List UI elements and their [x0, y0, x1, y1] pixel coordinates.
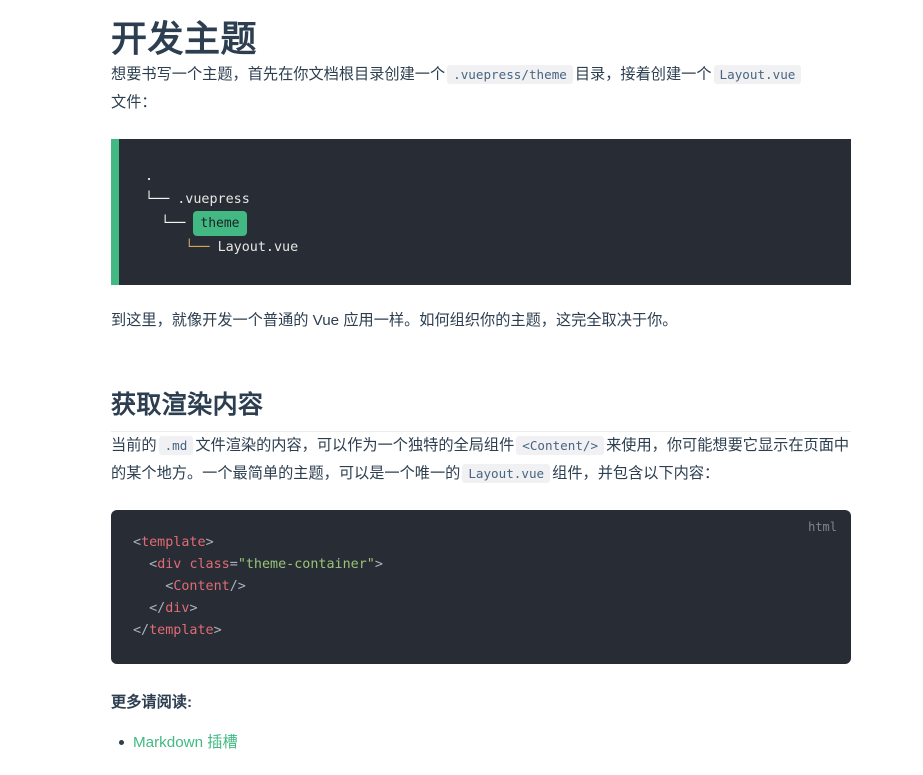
- code-line: <div class="theme-container">: [133, 554, 825, 576]
- page-title: 开发主题: [111, 18, 258, 59]
- tree-line-vuepress: └── .vuepress: [119, 188, 851, 211]
- code-token-eq: =: [229, 557, 238, 572]
- inline-code-vuepress-theme: .vuepress/theme: [447, 65, 573, 84]
- code-token-attr: class: [189, 557, 230, 572]
- section2-text-part-4: 组件，并包含以下内容：: [552, 465, 720, 482]
- more-reading-label: 更多请阅读:: [111, 694, 192, 711]
- code-token-tag: div: [157, 557, 182, 572]
- html-code-block: html <template> <div class="theme-contai…: [111, 510, 851, 664]
- doc-page: 开发主题 想要书写一个主题，首先在你文档根目录创建一个 .vuepress/the…: [0, 16, 923, 756]
- section2-text-part-1: 当前的: [111, 437, 157, 454]
- code-token-tag: template: [141, 535, 206, 550]
- code-line: </div>: [133, 598, 825, 620]
- intro-text-part-3: 文件：: [111, 94, 157, 111]
- code-token-tag: Content: [173, 579, 230, 594]
- code-line: <Content/>: [133, 576, 825, 598]
- after-tree-paragraph: 到这里，就像开发一个普通的 Vue 应用一样。如何组织你的主题，这完全取决于你。: [111, 312, 678, 329]
- tree-badge-theme: theme: [193, 211, 247, 236]
- inline-code-layout-vue-2: Layout.vue: [462, 464, 551, 483]
- tree-line-layout: └── Layout.vue: [119, 236, 851, 259]
- intro-text-part-2: 目录，接着创建一个: [574, 66, 712, 83]
- code-lines-container: <template> <div class="theme-container">…: [133, 532, 825, 642]
- code-line: </template>: [133, 620, 825, 642]
- code-token-tag: div: [165, 601, 190, 616]
- code-token-punct: >: [213, 623, 222, 638]
- code-token-punct: <: [133, 557, 158, 572]
- intro-paragraph: 想要书写一个主题，首先在你文档根目录创建一个 .vuepress/theme 目录，…: [111, 61, 851, 117]
- code-token-punct: </: [133, 601, 166, 616]
- code-line: <template>: [133, 532, 825, 554]
- tree-root-dot: .: [145, 169, 154, 184]
- section2-paragraph: 当前的 .md 文件渲染的内容，可以作为一个独特的全局组件 <Content/> 来使用…: [111, 432, 851, 488]
- code-token-tag: template: [149, 623, 214, 638]
- code-token-punct: >: [374, 557, 383, 572]
- inline-code-layout-vue: Layout.vue: [713, 65, 802, 84]
- code-token-punct: <: [133, 535, 142, 550]
- tree-branch-glyph: └──: [145, 216, 194, 231]
- tree-line-root: .: [119, 165, 851, 188]
- tree-label-vuepress: .vuepress: [177, 192, 250, 207]
- code-token-punct: <: [133, 579, 174, 594]
- inline-code-md: .md: [158, 436, 194, 455]
- tree-branch-glyph: └──: [145, 240, 218, 255]
- code-token-str: "theme-container": [237, 557, 375, 572]
- tree-line-theme: └── theme: [119, 211, 851, 236]
- related-links-list: Markdown 插槽: [111, 730, 851, 756]
- tree-branch-glyph: └──: [145, 192, 178, 207]
- list-item: Markdown 插槽: [119, 730, 851, 756]
- tree-label-layout-vue: Layout.vue: [217, 240, 299, 255]
- link-markdown-slots[interactable]: Markdown 插槽: [133, 734, 238, 751]
- code-token-punct: >: [205, 535, 214, 550]
- code-token-punct: >: [189, 601, 198, 616]
- intro-text-part-1: 想要书写一个主题，首先在你文档根目录创建一个: [111, 66, 446, 83]
- section-heading-render-content: 获取渲染内容: [111, 385, 851, 432]
- section2-text-part-2: 文件渲染的内容，可以作为一个独特的全局组件: [195, 437, 515, 454]
- code-token-punct: />: [229, 579, 246, 594]
- inline-code-content-tag: <Content/>: [516, 436, 605, 455]
- directory-tree-code-block: . └── .vuepress └── theme └── Layout.vue: [111, 139, 851, 285]
- code-token-punct: </: [133, 623, 150, 638]
- code-language-label: html: [808, 520, 837, 534]
